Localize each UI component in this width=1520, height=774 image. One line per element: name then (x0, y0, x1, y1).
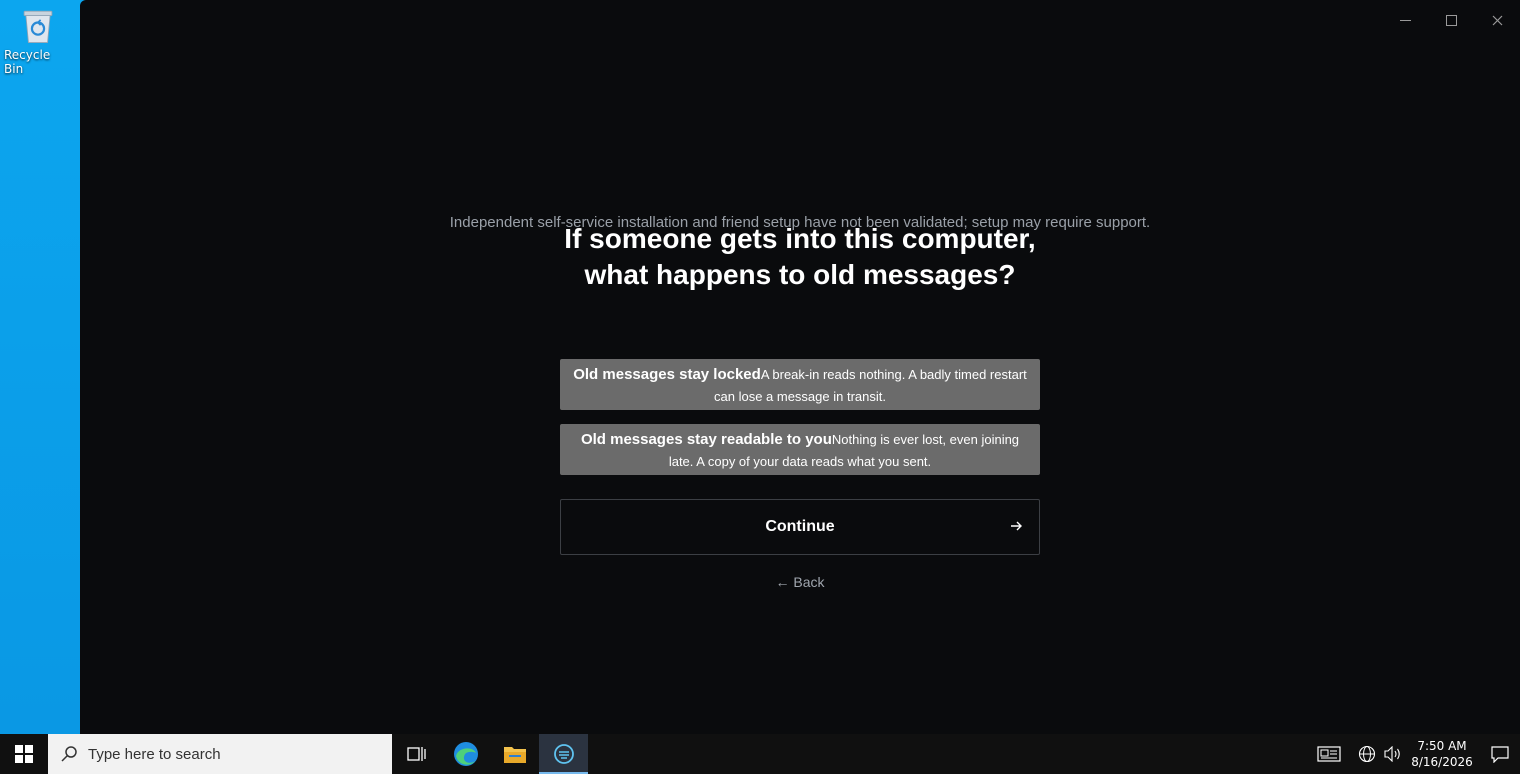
search-placeholder: Type here to search (88, 745, 221, 763)
recycle-bin-shortcut[interactable]: Recycle Bin (4, 6, 72, 76)
notification-icon (1491, 746, 1509, 763)
messenger-app-button[interactable] (539, 734, 588, 774)
option-title: Old messages stay locked (573, 366, 761, 383)
close-icon (1492, 15, 1502, 25)
continue-label: Continue (765, 518, 835, 535)
page-title: If someone gets into this computer, what… (564, 223, 1036, 290)
windows-logo-icon (15, 745, 33, 763)
globe-icon (1358, 745, 1376, 763)
search-icon (61, 746, 77, 762)
option-stay-locked[interactable]: Old messages stay lockedA break-in reads… (560, 359, 1040, 410)
folder-icon (503, 747, 526, 763)
taskbar-search-box[interactable]: Type here to search (48, 734, 392, 774)
option-stay-readable[interactable]: Old messages stay readable to youNothing… (560, 424, 1040, 475)
system-tray: 7:50 AM 8/16/2026 (1306, 734, 1520, 774)
option-title: Old messages stay readable to you (580, 431, 832, 448)
news-widget-button[interactable] (1306, 734, 1352, 774)
network-button[interactable] (1352, 734, 1382, 774)
close-button[interactable] (1474, 0, 1520, 40)
maximize-icon (1445, 14, 1457, 26)
edge-browser-icon (453, 742, 478, 766)
task-view-icon (406, 747, 426, 761)
volume-button[interactable] (1382, 734, 1404, 774)
task-view-button[interactable] (392, 734, 441, 774)
minimize-icon (1399, 19, 1411, 21)
maximize-button[interactable] (1428, 0, 1474, 40)
continue-button[interactable]: Continue (560, 499, 1040, 555)
app-window: Independent self-service installation an… (80, 0, 1520, 734)
app-logo-icon (553, 744, 574, 764)
window-controls (1382, 0, 1520, 40)
clock[interactable]: 7:50 AM 8/16/2026 (1404, 738, 1480, 770)
recycle-bin-label: Recycle Bin (4, 48, 51, 76)
news-icon (1317, 746, 1341, 762)
action-center-button[interactable] (1480, 734, 1520, 774)
minimize-button[interactable] (1382, 0, 1428, 40)
arrow-right-icon (1011, 521, 1022, 531)
edge-button[interactable] (441, 734, 490, 774)
option-description: A break-in reads nothing. A badly timed … (714, 367, 1027, 404)
clock-date: 8/16/2026 (1411, 755, 1473, 769)
start-button[interactable] (0, 734, 48, 774)
back-link[interactable]: ← Back (700, 574, 900, 590)
recycle-bin-icon (23, 10, 53, 43)
speaker-icon (1384, 746, 1400, 762)
clock-time: 7:50 AM (1417, 739, 1467, 753)
taskbar: Type here to search 7:50 AM 8/16/2026 (0, 734, 1520, 774)
file-explorer-button[interactable] (490, 734, 539, 774)
